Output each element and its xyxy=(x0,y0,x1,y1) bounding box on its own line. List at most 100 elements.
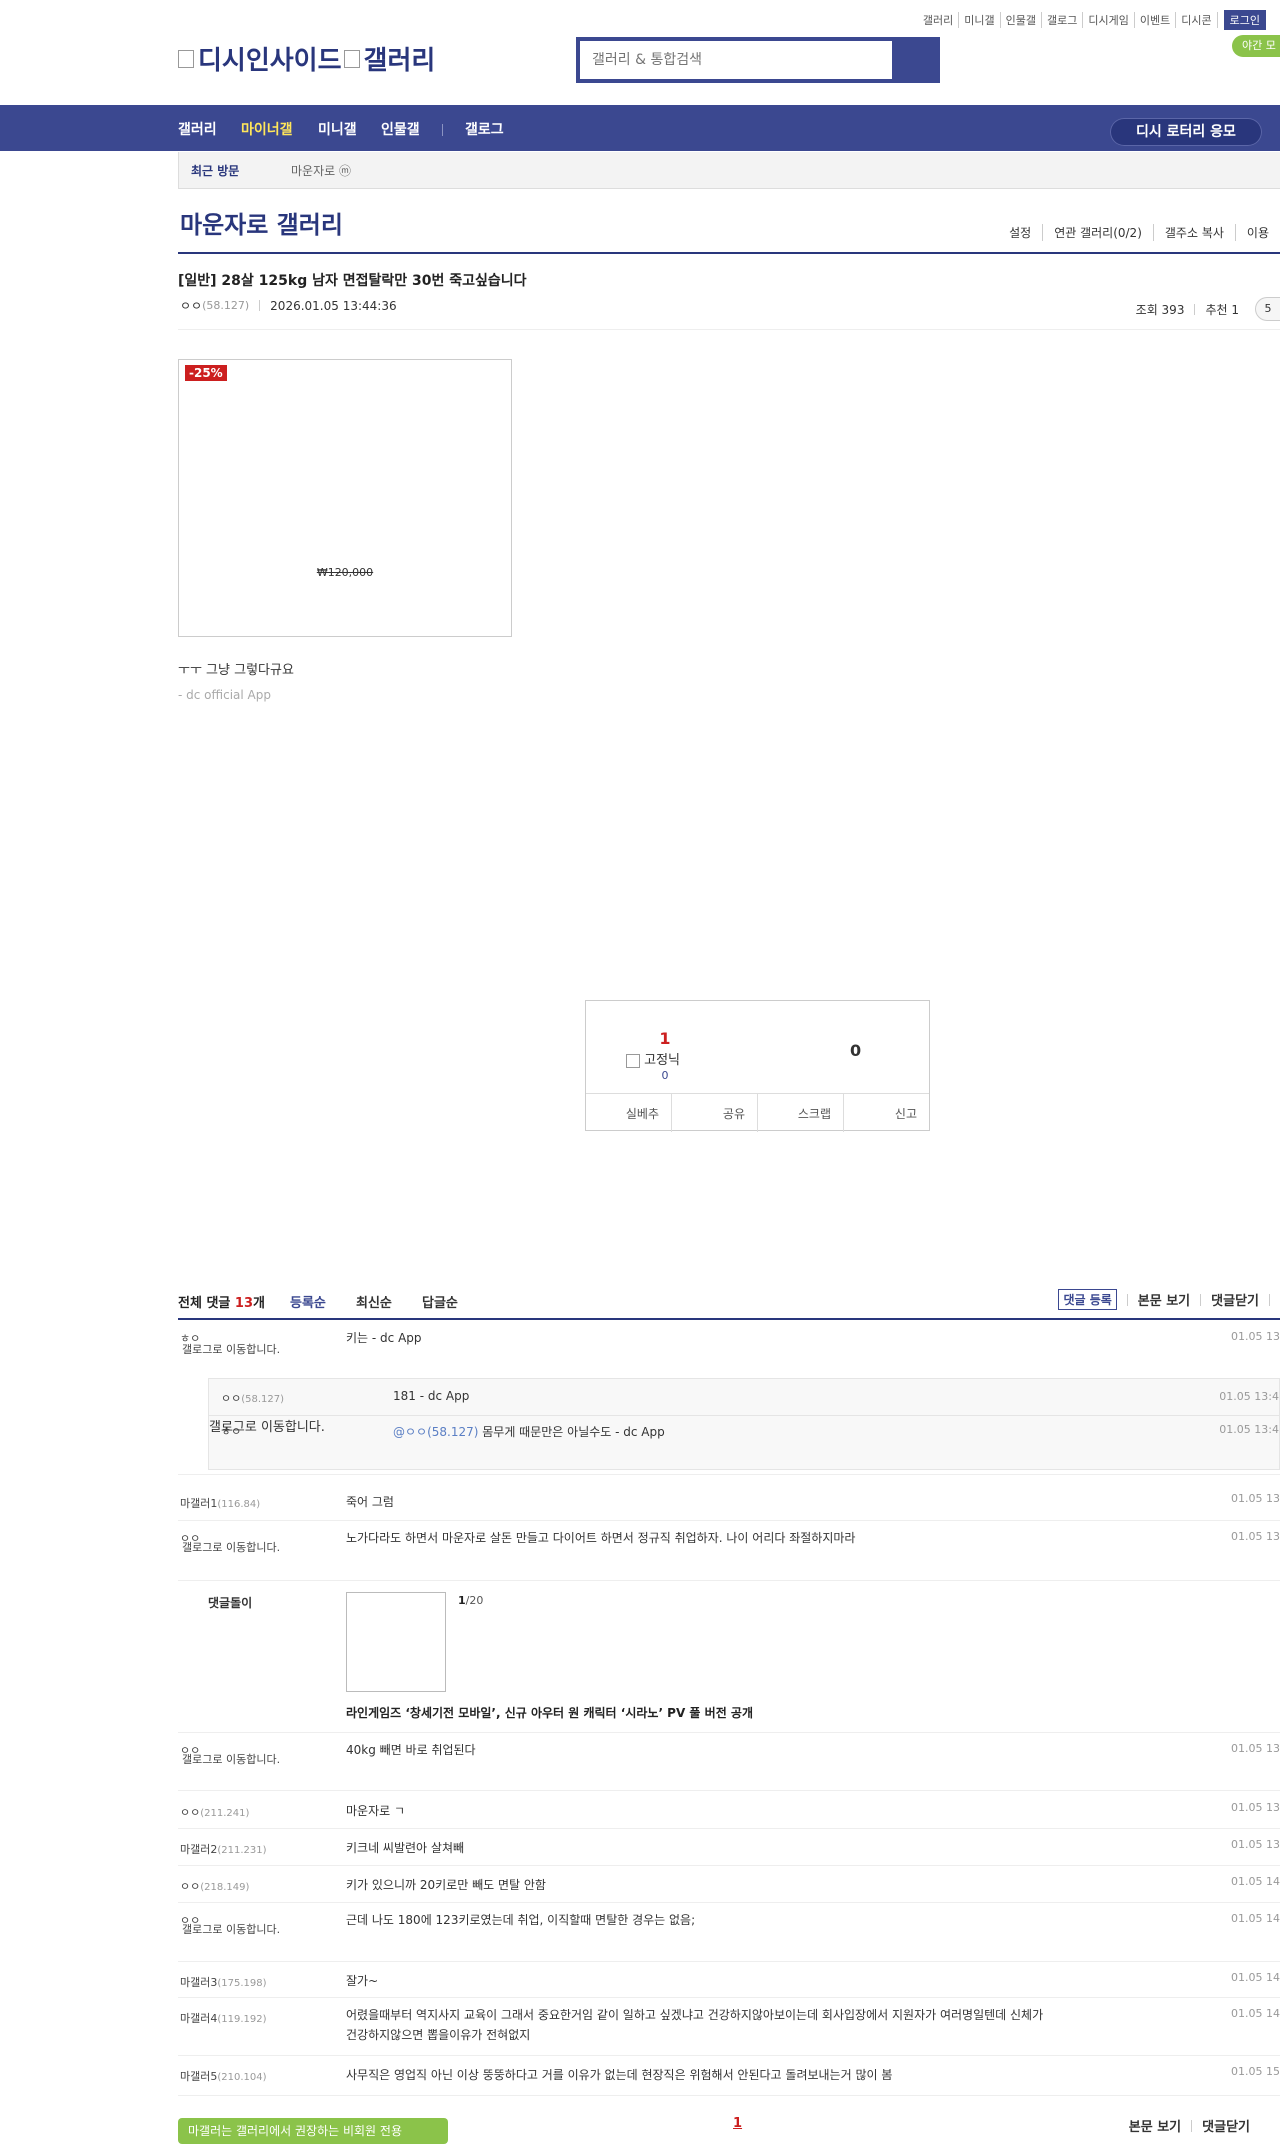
ad-comment-name: 댓글돌이 xyxy=(208,1596,253,1610)
top-utility-links: 갤러리 미니갤 인물갤 갤로그 디시게임 이벤트 디시콘 로그인 xyxy=(918,10,1266,30)
comment-date: 01.05 13 xyxy=(1231,1330,1280,1343)
lottery-button[interactable]: 디시 로터리 응모 xyxy=(1110,118,1262,146)
comment-row: ㅇㅇ(218.149) 키가 있으니까 20키로만 빼도 면탈 안함 01.05… xyxy=(178,1865,1280,1903)
original-price: ₩120,000 xyxy=(316,566,374,579)
gallog-link-image[interactable]: 갤로그로 이동합니다. xyxy=(182,1344,280,1356)
close-comments-button[interactable]: 댓글닫기 xyxy=(1211,1290,1259,1309)
post-meta: ㅇㅇ (58.127) 2026.01.05 13:44:36 xyxy=(180,297,397,314)
nav-gallery[interactable]: 갤러리 xyxy=(178,119,217,139)
usage-link[interactable]: 이용 xyxy=(1234,224,1280,241)
sort-by-register[interactable]: 등록순 xyxy=(290,1292,326,1311)
comment-nick[interactable]: 마갤러4(119.192) xyxy=(180,2010,267,2026)
recommend-actions: 실베추 공유 스크랩 신고 xyxy=(586,1093,929,1132)
comment-date: 01.05 14 xyxy=(1231,1971,1280,1984)
search-input[interactable] xyxy=(580,41,892,79)
top-link-gallog[interactable]: 갤로그 xyxy=(1042,12,1084,28)
divider xyxy=(178,329,1280,330)
top-link-gallery[interactable]: 갤러리 xyxy=(918,12,960,28)
comment-row: 마갤러3(175.198) 잘가~ 01.05 14 xyxy=(178,1961,1280,1998)
top-link-person[interactable]: 인물갤 xyxy=(1001,12,1043,28)
bottom-comment-actions: 본문 보기 댓글닫기 xyxy=(1129,2116,1250,2135)
nav-person-gallery[interactable]: 인물갤 xyxy=(381,119,420,139)
top-link-event[interactable]: 이벤트 xyxy=(1135,12,1177,28)
site-logo[interactable]: 디시인사이드 갤러리 xyxy=(178,40,435,77)
comment-total: 전체 댓글 13개 xyxy=(178,1296,265,1311)
comment-text: 어렸을때부터 역지사지 교육이 그래서 중요한거임 같이 일하고 싶겠냐고 건강… xyxy=(346,2008,1044,2042)
recent-visits-bar: 최근 방문 마운자로 ⓜ xyxy=(178,152,1280,189)
comment-date: 01.05 13 xyxy=(1231,1492,1280,1505)
reply-text: @ㅇㅇ(58.127) 몸무게 때문만은 아닐수도 - dc App xyxy=(393,1425,665,1439)
nav-mini-gallery[interactable]: 미니갤 xyxy=(318,119,357,139)
post-title: [일반] 28살 125kg 남자 면접탈락만 30번 죽고싶습니다 xyxy=(178,273,527,289)
realbest-button[interactable]: 실베추 xyxy=(586,1094,672,1132)
post-author[interactable]: ㅇㅇ xyxy=(180,297,202,314)
search-button[interactable] xyxy=(892,41,936,79)
gallog-link-image[interactable]: 갤로그로 이동합니다. xyxy=(182,1754,280,1766)
comment-text: 사무직은 영업직 아닌 이상 뚱뚱하다고 거를 이유가 없는데 현장직은 위험해… xyxy=(346,2068,893,2082)
reply-text: 181 - dc App xyxy=(393,1389,470,1403)
nav-gallog[interactable]: 갤로그 xyxy=(465,119,504,139)
sort-by-latest[interactable]: 최신순 xyxy=(356,1292,392,1311)
comment-actions: 댓글 등록 본문 보기 댓글닫기 xyxy=(1058,1289,1280,1310)
reply-row: ㅎㅇ 갤로그로 이동합니다. @ㅇㅇ(58.127) 몸무게 때문만은 아닐수도… xyxy=(209,1415,1279,1472)
scrap-button[interactable]: 스크랩 xyxy=(758,1094,844,1132)
comment-count-badge[interactable]: 5 xyxy=(1255,297,1280,321)
comment-text: 마운자로 ㄱ xyxy=(346,1804,406,1818)
post-views: 조회 393 xyxy=(1135,302,1185,317)
comment-row: ㅇㅇ 갤로그로 이동합니다. 노가다라도 하면서 마운자로 살돈 만들고 다이어… xyxy=(178,1520,1280,1581)
comment-date: 01.05 13 xyxy=(1231,1801,1280,1814)
upvote-count[interactable]: 1 xyxy=(656,1029,674,1048)
comment-nick[interactable]: ㅇㅇ(211.241) xyxy=(180,1804,249,1820)
gallog-link-image[interactable]: 갤로그로 이동합니다. xyxy=(182,1542,280,1554)
reply-nick[interactable]: ㅇㅇ(58.127) xyxy=(221,1390,284,1406)
comment-nick[interactable]: 마갤러5(210.104) xyxy=(180,2068,267,2084)
sort-by-replies[interactable]: 답글순 xyxy=(422,1292,458,1311)
comment-register-button[interactable]: 댓글 등록 xyxy=(1058,1289,1117,1310)
ad-title-link[interactable]: 라인게임즈 ‘창세기전 모바일’, 신규 아우터 원 캐릭터 ‘시라노’ PV … xyxy=(346,1704,753,1721)
settings-link[interactable]: 설정 xyxy=(998,224,1042,241)
report-button[interactable]: 신고 xyxy=(844,1094,929,1132)
divider xyxy=(1126,1293,1128,1306)
post-body: ㅜㅜ 그냥 그렇다규요 xyxy=(178,663,294,678)
comment-text: 노가다라도 하면서 마운자로 살돈 만들고 다이어트 하면서 정규직 취업하자.… xyxy=(346,1531,856,1545)
comment-date: 01.05 13 xyxy=(1231,1838,1280,1851)
top-link-dccon[interactable]: 디시콘 xyxy=(1176,12,1218,28)
product-ad[interactable]: -25% ₩120,000 xyxy=(178,359,512,637)
gallog-link-image[interactable]: 갤로그로 이동합니다. xyxy=(182,1924,280,1936)
downvote-count[interactable]: 0 xyxy=(850,1041,861,1060)
post-signature: - dc official App xyxy=(178,688,271,702)
comment-nick[interactable]: 마갤러2(211.231) xyxy=(180,1841,267,1857)
reply-nick[interactable]: ㅎㅇ xyxy=(221,1423,241,1439)
view-body-button[interactable]: 본문 보기 xyxy=(1138,1290,1190,1309)
guest-notice-banner[interactable]: 마갤러는 갤러리에서 권장하는 비회원 전용 xyxy=(178,2118,448,2144)
comment-page-number[interactable]: 1 xyxy=(733,2116,742,2131)
comment-date: 01.05 14 xyxy=(1231,2007,1280,2020)
comment-nick[interactable]: ㅇㅇ(218.149) xyxy=(180,1878,249,1894)
comment-text: 키크네 씨발련아 살쳐빼 xyxy=(346,1841,465,1855)
divider xyxy=(1191,2119,1193,2132)
comment-date: 01.05 15 xyxy=(1231,2065,1280,2078)
night-mode-button[interactable]: 야간 모 xyxy=(1232,35,1280,57)
comment-row: 마갤러4(119.192) 어렸을때부터 역지사지 교육이 그래서 중요한거임 … xyxy=(178,1997,1280,2056)
nav-minor-gallery[interactable]: 마이너갤 xyxy=(241,119,293,139)
close-comments-button-bottom[interactable]: 댓글닫기 xyxy=(1202,2116,1250,2135)
recommend-box: 1 고정닉 0 0 실베추 공유 스크랩 신고 xyxy=(585,1000,930,1132)
related-gallery-link[interactable]: 연관 갤러리(0/2) xyxy=(1042,224,1153,241)
top-link-mini[interactable]: 미니갤 xyxy=(959,12,1001,28)
ad-comment-row: 댓글돌이 1/20 라인게임즈 ‘창세기전 모바일’, 신규 아우터 원 캐릭터… xyxy=(178,1580,1280,1733)
comment-date: 01.05 14 xyxy=(1231,1875,1280,1888)
share-button[interactable]: 공유 xyxy=(672,1094,758,1132)
nav-divider xyxy=(442,124,443,136)
comment-nick[interactable]: 마갤러1(116.84) xyxy=(180,1495,260,1511)
ad-thumbnail[interactable] xyxy=(346,1592,446,1692)
broken-image-icon xyxy=(626,1053,640,1068)
gallery-title[interactable]: 마운자로 갤러리 xyxy=(180,205,343,240)
top-link-game[interactable]: 디시게임 xyxy=(1083,12,1135,28)
comment-nick[interactable]: 마갤러3(175.198) xyxy=(180,1974,267,1990)
logo-text-gallery: 갤러리 xyxy=(363,46,436,76)
copy-address-link[interactable]: 갤주소 복사 xyxy=(1152,224,1235,241)
login-button[interactable]: 로그인 xyxy=(1223,10,1266,30)
recent-visit-item[interactable]: 마운자로 ⓜ xyxy=(291,162,351,179)
comment-date: 01.05 14 xyxy=(1231,1912,1280,1925)
view-body-button-bottom[interactable]: 본문 보기 xyxy=(1129,2116,1181,2135)
